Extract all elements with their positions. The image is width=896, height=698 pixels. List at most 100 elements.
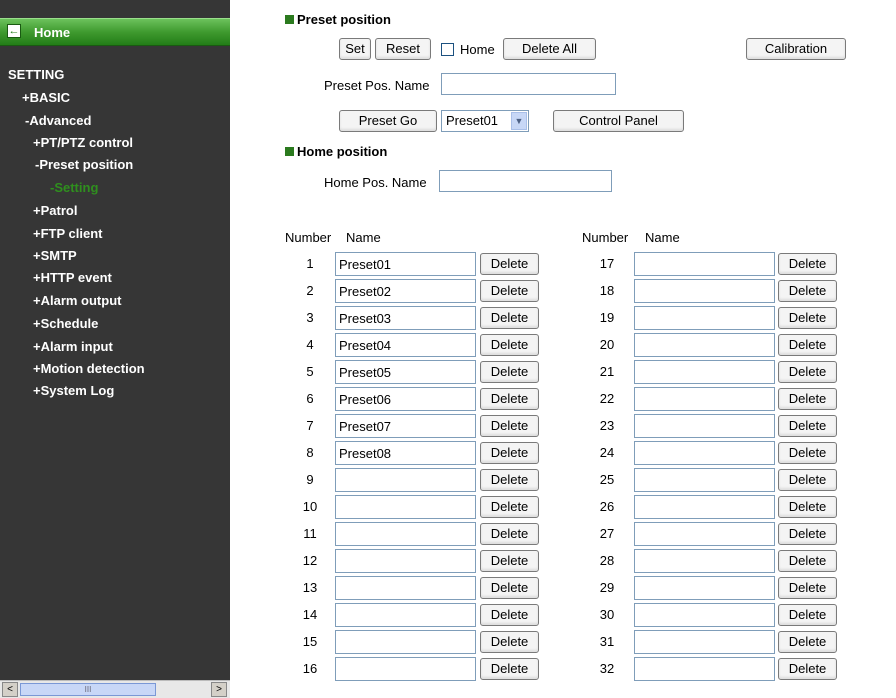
preset-name-input[interactable]: [335, 522, 476, 546]
preset-pos-name-input[interactable]: [441, 73, 616, 95]
row-number: 28: [599, 553, 615, 568]
preset-go-button[interactable]: Preset Go: [339, 110, 437, 132]
preset-name-input[interactable]: [335, 630, 476, 654]
chevron-down-icon[interactable]: ▼: [511, 112, 527, 130]
preset-name-input[interactable]: [335, 441, 476, 465]
sidebar-item-setting[interactable]: -Setting: [50, 180, 98, 195]
preset-select[interactable]: Preset01 ▼: [441, 110, 529, 132]
delete-preset-button[interactable]: Delete: [480, 604, 539, 626]
set-button[interactable]: Set: [339, 38, 371, 60]
preset-name-input[interactable]: [634, 279, 775, 303]
preset-name-input[interactable]: [634, 360, 775, 384]
sidebar-item-alarm-input[interactable]: +Alarm input: [33, 339, 113, 354]
preset-name-input[interactable]: [335, 360, 476, 384]
preset-name-input[interactable]: [335, 414, 476, 438]
delete-preset-button[interactable]: Delete: [480, 415, 539, 437]
preset-name-input[interactable]: [335, 252, 476, 276]
delete-preset-button[interactable]: Delete: [778, 550, 837, 572]
sidebar-item-preset-position[interactable]: -Preset position: [35, 157, 133, 172]
delete-preset-button[interactable]: Delete: [778, 334, 837, 356]
preset-select-value: Preset01: [446, 113, 499, 128]
preset-name-input[interactable]: [634, 657, 775, 681]
preset-name-input[interactable]: [634, 306, 775, 330]
preset-name-input[interactable]: [335, 333, 476, 357]
left-name-header: Name: [346, 230, 381, 245]
sidebar-item-ftp-client[interactable]: +FTP client: [33, 226, 102, 241]
sidebar-item-system-log[interactable]: +System Log: [33, 383, 114, 398]
sidebar-item-advanced[interactable]: -Advanced: [25, 113, 91, 128]
delete-preset-button[interactable]: Delete: [480, 388, 539, 410]
delete-preset-button[interactable]: Delete: [778, 280, 837, 302]
preset-name-input[interactable]: [634, 252, 775, 276]
delete-preset-button[interactable]: Delete: [778, 631, 837, 653]
delete-preset-button[interactable]: Delete: [778, 523, 837, 545]
preset-name-input[interactable]: [634, 495, 775, 519]
preset-name-input[interactable]: [335, 306, 476, 330]
sidebar-horizontal-scrollbar[interactable]: < III >: [0, 680, 230, 698]
preset-name-input[interactable]: [634, 441, 775, 465]
preset-name-input[interactable]: [335, 549, 476, 573]
delete-preset-button[interactable]: Delete: [480, 577, 539, 599]
sidebar-item-alarm-output[interactable]: +Alarm output: [33, 293, 121, 308]
preset-name-input[interactable]: [335, 279, 476, 303]
preset-name-input[interactable]: [634, 468, 775, 492]
sidebar-item-smtp[interactable]: +SMTP: [33, 248, 77, 263]
reset-button[interactable]: Reset: [375, 38, 431, 60]
preset-name-input[interactable]: [335, 495, 476, 519]
preset-name-input[interactable]: [335, 576, 476, 600]
delete-preset-button[interactable]: Delete: [778, 469, 837, 491]
delete-preset-button[interactable]: Delete: [480, 280, 539, 302]
sidebar-item-pt-ptz-control[interactable]: +PT/PTZ control: [33, 135, 133, 150]
delete-preset-button[interactable]: Delete: [480, 442, 539, 464]
delete-preset-button[interactable]: Delete: [778, 658, 837, 680]
home-pos-name-input[interactable]: [439, 170, 612, 192]
sidebar-item-patrol[interactable]: +Patrol: [33, 203, 77, 218]
sidebar-item-basic[interactable]: +BASIC: [22, 90, 70, 105]
preset-name-input[interactable]: [634, 603, 775, 627]
preset-name-input[interactable]: [634, 549, 775, 573]
delete-preset-button[interactable]: Delete: [480, 658, 539, 680]
sidebar-item-http-event[interactable]: +HTTP event: [33, 270, 112, 285]
delete-preset-button[interactable]: Delete: [480, 469, 539, 491]
delete-preset-button[interactable]: Delete: [480, 334, 539, 356]
delete-preset-button[interactable]: Delete: [778, 415, 837, 437]
delete-preset-button[interactable]: Delete: [778, 388, 837, 410]
preset-name-input[interactable]: [634, 414, 775, 438]
preset-name-input[interactable]: [335, 387, 476, 411]
right-name-header: Name: [645, 230, 680, 245]
delete-preset-button[interactable]: Delete: [480, 550, 539, 572]
sidebar-item-motion-detection[interactable]: +Motion detection: [33, 361, 145, 376]
preset-name-input[interactable]: [634, 630, 775, 654]
delete-preset-button[interactable]: Delete: [778, 604, 837, 626]
delete-preset-button[interactable]: Delete: [778, 253, 837, 275]
delete-preset-button[interactable]: Delete: [480, 631, 539, 653]
delete-preset-button[interactable]: Delete: [778, 307, 837, 329]
delete-preset-button[interactable]: Delete: [480, 496, 539, 518]
delete-preset-button[interactable]: Delete: [480, 307, 539, 329]
control-panel-button[interactable]: Control Panel: [553, 110, 684, 132]
preset-name-input[interactable]: [335, 603, 476, 627]
preset-name-input[interactable]: [335, 468, 476, 492]
sidebar-item-schedule[interactable]: +Schedule: [33, 316, 98, 331]
row-number: 21: [599, 364, 615, 379]
delete-preset-button[interactable]: Delete: [480, 253, 539, 275]
preset-name-input[interactable]: [634, 522, 775, 546]
calibration-button[interactable]: Calibration: [746, 38, 846, 60]
delete-preset-button[interactable]: Delete: [778, 442, 837, 464]
scroll-left-arrow-icon[interactable]: <: [2, 682, 18, 697]
preset-name-input[interactable]: [634, 576, 775, 600]
delete-preset-button[interactable]: Delete: [778, 361, 837, 383]
preset-name-input[interactable]: [335, 657, 476, 681]
scrollbar-thumb[interactable]: III: [20, 683, 156, 696]
delete-all-button[interactable]: Delete All: [503, 38, 596, 60]
preset-name-input[interactable]: [634, 333, 775, 357]
delete-preset-button[interactable]: Delete: [480, 523, 539, 545]
delete-preset-button[interactable]: Delete: [778, 496, 837, 518]
scroll-right-arrow-icon[interactable]: >: [211, 682, 227, 697]
delete-preset-button[interactable]: Delete: [778, 577, 837, 599]
home-checkbox-label: Home: [460, 42, 495, 57]
preset-name-input[interactable]: [634, 387, 775, 411]
delete-preset-button[interactable]: Delete: [480, 361, 539, 383]
home-checkbox[interactable]: [441, 43, 454, 56]
home-nav-button[interactable]: ← Home: [0, 18, 230, 46]
